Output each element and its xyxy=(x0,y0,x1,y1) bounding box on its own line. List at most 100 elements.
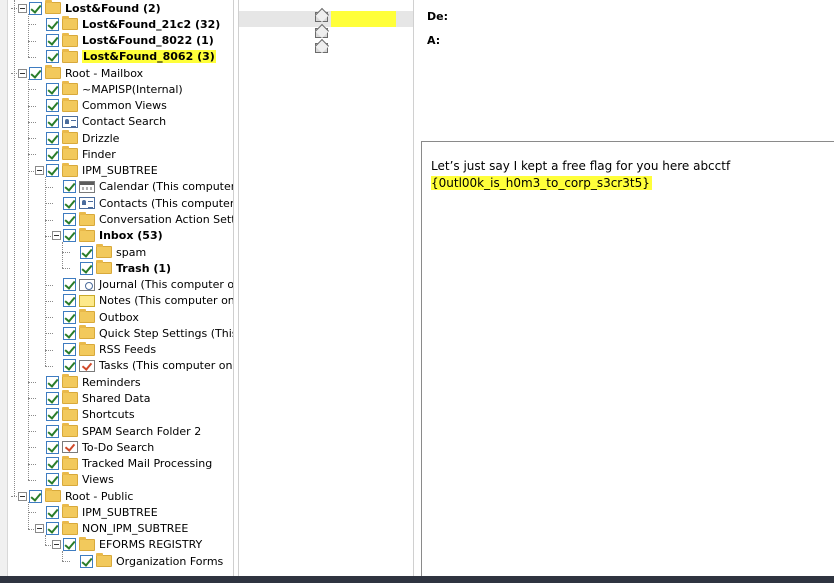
tree-item[interactable]: Shortcuts xyxy=(35,406,135,423)
tree-item-label: Contact Search xyxy=(82,115,167,129)
tree-item[interactable]: Outbox xyxy=(52,309,139,325)
tree-item[interactable]: RSS Feeds xyxy=(52,341,156,358)
checkbox[interactable] xyxy=(46,131,59,145)
checkbox[interactable] xyxy=(46,473,59,487)
from-label: De: xyxy=(427,10,448,23)
message-list[interactable] xyxy=(238,0,414,576)
tree-item[interactable]: Views xyxy=(35,471,114,488)
collapse-icon[interactable] xyxy=(52,540,61,550)
checkbox[interactable] xyxy=(63,538,76,552)
checkbox[interactable] xyxy=(46,522,59,536)
tree-item[interactable]: Lost&Found (2) xyxy=(18,0,161,16)
checkbox[interactable] xyxy=(46,505,59,519)
checkbox[interactable] xyxy=(46,115,59,129)
tree-item[interactable]: IPM_SUBTREE xyxy=(35,162,158,179)
checkbox[interactable] xyxy=(63,213,76,226)
tree-item[interactable]: Root - Public xyxy=(18,488,133,504)
message-body-text: Let’s just say I kept a free flag for yo… xyxy=(431,158,730,192)
checkbox[interactable] xyxy=(46,440,59,454)
checkbox[interactable] xyxy=(63,359,76,373)
collapse-icon[interactable] xyxy=(18,68,27,78)
tree-item[interactable]: SPAM Search Folder 2 xyxy=(35,423,201,439)
folder-tree[interactable]: Lost&Found (2) Lost&Found_21c2 (32) Lost&F… xyxy=(0,0,234,576)
checkbox[interactable] xyxy=(63,294,76,308)
tree-item[interactable]: Lost&Found_8062 (3) xyxy=(35,48,216,65)
checkbox[interactable] xyxy=(63,278,76,292)
checkbox[interactable] xyxy=(46,82,59,96)
checkbox[interactable] xyxy=(29,1,42,15)
checkbox[interactable] xyxy=(63,343,76,357)
checkbox[interactable] xyxy=(46,408,59,422)
checkbox[interactable] xyxy=(63,310,76,324)
tree-item[interactable]: Shared Data xyxy=(35,390,151,406)
tree-item-label: IPM_SUBTREE xyxy=(82,505,158,519)
tree-item-label: Finder xyxy=(82,147,116,161)
checkbox[interactable] xyxy=(63,180,76,194)
tree-item[interactable]: Conversation Action Sett xyxy=(52,211,233,228)
message-body[interactable]: Let’s just say I kept a free flag for yo… xyxy=(421,141,834,581)
tree-item-label: Lost&Found_8062 (3) xyxy=(82,50,216,64)
tree-item[interactable]: Calendar (This computer xyxy=(52,179,233,195)
folder-icon xyxy=(62,16,78,31)
tree-connector xyxy=(28,14,29,57)
tree-item[interactable]: spam xyxy=(69,244,146,260)
collapse-icon[interactable] xyxy=(35,524,44,534)
collapse-icon[interactable] xyxy=(35,166,44,176)
tree-item[interactable]: ~MAPISP(Internal) xyxy=(35,81,183,97)
checkbox[interactable] xyxy=(46,375,59,389)
checkbox[interactable] xyxy=(80,261,93,275)
tree-item[interactable]: Lost&Found_21c2 (32) xyxy=(35,16,220,32)
tree-item[interactable]: Lost&Found_8022 (1) xyxy=(35,32,214,49)
checkbox[interactable] xyxy=(63,326,76,340)
folder-icon xyxy=(62,471,78,486)
checkbox[interactable] xyxy=(46,391,59,405)
tree-item[interactable]: Drizzle xyxy=(35,130,119,146)
checkbox[interactable] xyxy=(80,245,93,259)
tree-item[interactable]: Tasks (This computer onl xyxy=(52,358,233,374)
tree-item[interactable]: IPM_SUBTREE xyxy=(35,504,158,520)
checkbox[interactable] xyxy=(29,489,42,503)
collapse-icon[interactable] xyxy=(52,231,61,241)
tree-item[interactable]: Inbox (53) xyxy=(52,227,163,244)
checkbox[interactable] xyxy=(63,229,76,243)
folder-icon xyxy=(96,244,112,259)
checkbox[interactable] xyxy=(46,99,59,113)
checkbox[interactable] xyxy=(46,50,59,64)
checkbox[interactable] xyxy=(80,554,93,568)
tree-item[interactable]: Tracked Mail Processing xyxy=(35,455,212,472)
checkbox[interactable] xyxy=(46,147,59,161)
tree-item[interactable]: Notes (This computer on xyxy=(52,293,233,309)
folder-icon xyxy=(62,504,78,519)
tree-item[interactable]: Organization Forms xyxy=(69,553,223,569)
checkbox[interactable] xyxy=(46,17,59,31)
tree-item-label: Views xyxy=(82,473,114,487)
checkbox[interactable] xyxy=(46,424,59,438)
checkbox[interactable] xyxy=(29,66,42,80)
tree-item[interactable]: Journal (This computer o xyxy=(52,277,233,293)
folder-icon xyxy=(45,0,61,14)
tree-item[interactable]: Root - Mailbox xyxy=(18,65,143,81)
checkbox[interactable] xyxy=(46,164,59,178)
tasks-icon xyxy=(62,441,78,454)
collapse-icon[interactable] xyxy=(18,3,27,13)
tree-item[interactable]: Trash (1) xyxy=(69,260,171,276)
tree-item[interactable]: To-Do Search xyxy=(35,439,154,455)
checkbox[interactable] xyxy=(46,457,59,471)
tree-item[interactable]: NON_IPM_SUBTREE xyxy=(35,520,188,537)
folder-icon xyxy=(62,81,78,96)
tree-item[interactable]: Contacts (This computer xyxy=(52,195,233,211)
tree-item[interactable]: Quick Step Settings (This xyxy=(52,325,233,341)
body-line-1: Let’s just say I kept a free flag for yo… xyxy=(431,159,731,173)
tree-item[interactable]: Finder xyxy=(35,146,116,162)
tree-item[interactable]: Reminders xyxy=(35,374,141,390)
tree-item[interactable]: Common Views xyxy=(35,97,167,114)
folder-icon xyxy=(62,162,78,177)
reading-pane: De: A: Let’s just say I kept a free flag… xyxy=(416,0,834,581)
tree-item[interactable]: EFORMS REGISTRY xyxy=(52,536,202,553)
collapse-icon[interactable] xyxy=(18,491,27,501)
checkbox[interactable] xyxy=(63,196,76,210)
checkbox[interactable] xyxy=(46,34,59,48)
folder-icon xyxy=(62,390,78,405)
tree-item[interactable]: Contact Search xyxy=(35,114,166,130)
folder-icon xyxy=(62,374,78,389)
